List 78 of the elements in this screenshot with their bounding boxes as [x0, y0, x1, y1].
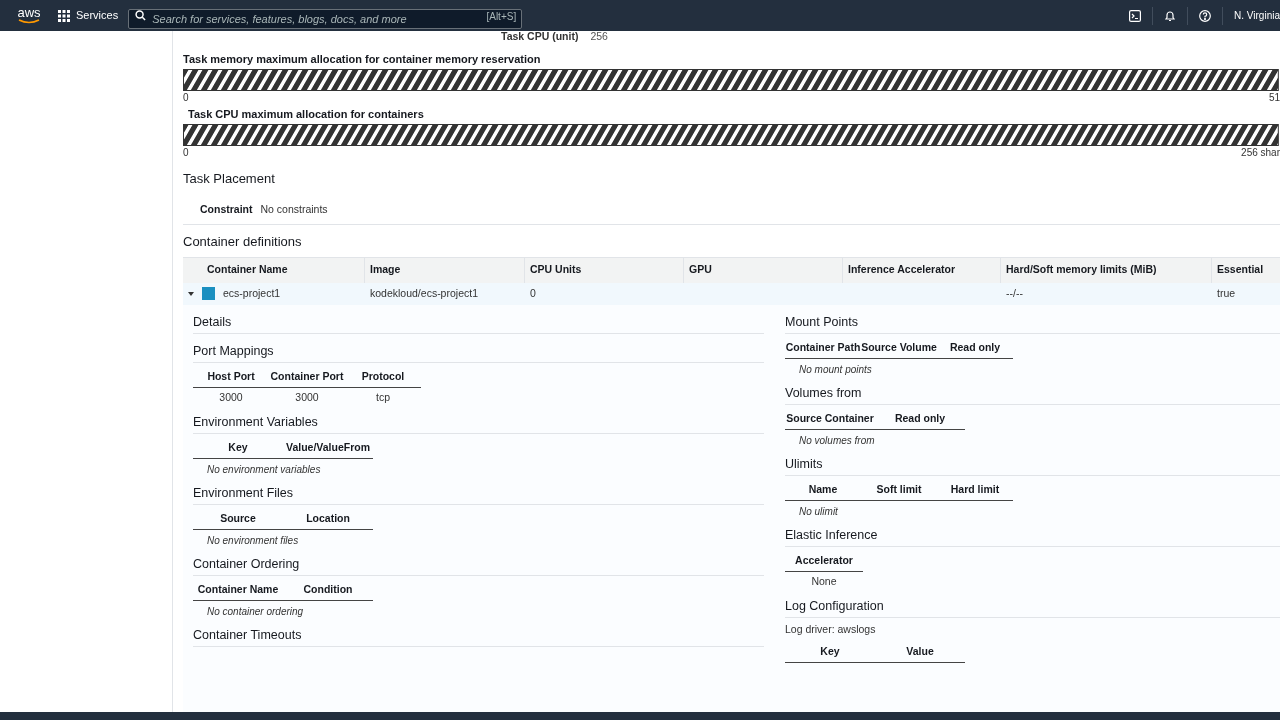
aws-logo[interactable]: aws [12, 7, 46, 24]
section-title: Volumes from [785, 385, 862, 400]
axis-min: 0 [183, 146, 189, 160]
column-header: Container Path [785, 339, 861, 355]
column-header: CPU Units [530, 262, 582, 278]
table-cell-text: --/-- [1006, 285, 1023, 301]
column-header: Inference Accelerator [848, 262, 955, 278]
field-value: 256 [590, 31, 608, 45]
section-title: Container definitions [183, 233, 302, 249]
column-header: Container Port [269, 368, 345, 384]
table-cell-text: true [1217, 285, 1236, 301]
region-selector[interactable]: N. Virginia [1234, 8, 1280, 23]
empty-message: No environment variables [206, 462, 321, 477]
column-header: Essential [1217, 262, 1264, 278]
column-header: Source Volume [861, 339, 937, 355]
table-row[interactable]: ecs-project1 kodekloud/ecs-project1 0 --/-- true [183, 282, 1280, 305]
terminal-icon[interactable] [1129, 9, 1142, 22]
column-header: Value/ValueFrom [284, 439, 371, 455]
column-header: Image [370, 262, 401, 278]
empty-message: No ulimit [798, 504, 838, 519]
table-cell-text: tcp [375, 390, 391, 406]
section-title: Elastic Inference [785, 527, 878, 542]
column-header: Read only [893, 410, 947, 426]
column-header: Host Port [206, 368, 256, 384]
column-header: Accelerator [794, 552, 854, 568]
services-button[interactable]: Services [58, 7, 119, 24]
smile-icon [18, 19, 40, 24]
column-header: Protocol [360, 368, 406, 384]
column-header: Hard/Soft memory limits (MiB) [1006, 262, 1157, 278]
log-driver-text: Log driver: awslogs [785, 621, 877, 637]
section-title: Log Configuration [785, 598, 884, 613]
column-header: Key [227, 439, 249, 455]
field-label: Constraint [200, 202, 253, 217]
column-header: Hard limit [949, 481, 1001, 497]
section-title: Container Ordering [193, 556, 300, 571]
table-cell-text: ecs-project1 [223, 285, 281, 301]
column-header: Source [219, 510, 257, 526]
search-icon [135, 10, 147, 21]
table-cell-text: kodekloud/ecs-project1 [370, 285, 478, 301]
column-header: Name [807, 481, 839, 497]
section-title: Port Mappings [193, 343, 274, 358]
axis-min: 0 [183, 91, 189, 105]
field-value: No constraints [260, 202, 328, 217]
shortcut-hint: [Alt+S] [486, 9, 517, 24]
section-title: Environment Files [193, 485, 294, 500]
column-header: Condition [302, 581, 354, 597]
bar-title: Task memory maximum allocation for container memory reservation [183, 52, 542, 67]
column-header: Location [305, 510, 351, 526]
help-icon[interactable] [1199, 9, 1212, 22]
bell-icon[interactable] [1164, 9, 1177, 22]
section-title: Ulimits [785, 456, 823, 471]
column-header: Container Name [196, 581, 280, 597]
axis-max: 256 shar [1241, 146, 1280, 160]
table-cell-text: 3000 [294, 390, 320, 406]
section-title: Details [193, 314, 232, 329]
column-header: Read only [948, 339, 1002, 355]
field-label: Task CPU (unit) [501, 31, 579, 45]
empty-message: No mount points [798, 362, 872, 377]
empty-message: No environment files [206, 533, 299, 548]
axis-max: 51 [1268, 91, 1280, 105]
table-cell-text: 0 [530, 285, 536, 301]
section-title: Environment Variables [193, 414, 318, 429]
column-header: Source Container [785, 410, 875, 426]
empty-message: No container ordering [206, 604, 304, 619]
grid-icon [58, 9, 70, 22]
bar-title: Task CPU maximum allocation for containers [187, 107, 425, 122]
table-cell-text: None [810, 574, 838, 590]
column-header: Value [905, 643, 935, 659]
caret-icon[interactable] [188, 290, 194, 297]
section-title: Container Timeouts [193, 627, 302, 642]
section-title: Task Placement [183, 171, 275, 186]
column-header: GPU [689, 262, 712, 278]
table-cell-text: 3000 [218, 390, 244, 406]
column-header: Container Name [207, 262, 288, 278]
column-header: Soft limit [875, 481, 923, 497]
column-header: Key [819, 643, 841, 659]
section-title: Mount Points [785, 314, 858, 329]
empty-message: No volumes from [798, 433, 875, 448]
